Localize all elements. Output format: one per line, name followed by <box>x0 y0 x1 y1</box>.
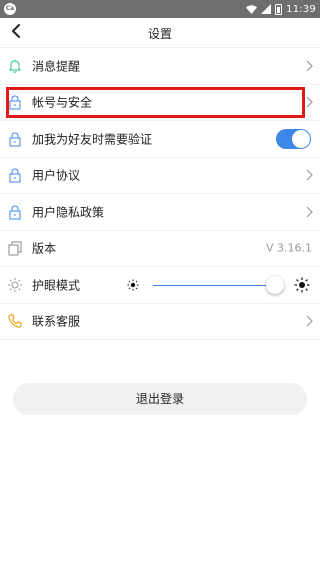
lock-icon <box>9 168 21 183</box>
lock-icon <box>9 95 21 110</box>
toggle-knob <box>292 129 310 148</box>
row-contact-support[interactable]: 联系客服 <box>0 304 320 340</box>
page-title: 设置 <box>147 27 172 41</box>
slider-track <box>153 284 284 286</box>
row-label: 消息提醒 <box>32 59 81 74</box>
row-label: 版本 <box>32 241 57 256</box>
chevron-right-icon <box>306 169 313 181</box>
row-friend-verification: 加我为好友时需要验证 <box>0 121 320 158</box>
row-privacy-policy[interactable]: 用户隐私政策 <box>0 194 320 231</box>
row-version: 版本 V 3.16.1 <box>0 231 320 267</box>
row-label: 用户隐私政策 <box>32 205 105 220</box>
row-message-notification[interactable]: 消息提醒 <box>0 48 320 85</box>
row-user-agreement[interactable]: 用户协议 <box>0 158 320 194</box>
lock-icon <box>9 132 21 147</box>
brightness-slider[interactable] <box>127 275 310 294</box>
chevron-right-icon <box>306 60 313 72</box>
status-icons: 11:39 <box>246 2 316 16</box>
sun-icon <box>8 277 22 292</box>
battery-icon <box>275 3 283 15</box>
signal-icon <box>261 4 272 14</box>
row-label: 帐号与安全 <box>32 95 93 110</box>
phone-icon <box>8 314 22 328</box>
logout-button[interactable]: 退出登录 <box>13 383 307 415</box>
bell-icon <box>8 59 22 73</box>
copy-icon <box>8 241 22 256</box>
row-account-security[interactable]: 帐号与安全 <box>0 85 320 121</box>
row-label: 护眼模式 <box>32 278 81 293</box>
status-bar: Ca 11:39 <box>0 0 320 18</box>
row-label: 用户协议 <box>32 168 81 183</box>
chevron-right-icon <box>306 206 313 218</box>
lock-icon <box>9 205 21 220</box>
header: 设置 <box>0 18 320 48</box>
settings-list: 消息提醒 帐号与安全 加我为好友时需要验证 用户协议 用户隐私政策 版本 V 3… <box>0 48 320 340</box>
wifi-icon <box>246 4 258 14</box>
row-eye-protection: 护眼模式 <box>0 267 320 304</box>
chevron-right-icon <box>306 315 313 327</box>
app-notification-icon: Ca <box>4 3 16 15</box>
friend-verification-toggle[interactable] <box>276 128 311 149</box>
chevron-right-icon <box>306 96 313 108</box>
row-label: 加我为好友时需要验证 <box>32 132 153 147</box>
row-label: 联系客服 <box>32 314 81 329</box>
brightness-high-icon <box>294 277 310 293</box>
slider-thumb[interactable] <box>265 275 284 294</box>
clock: 11:39 <box>286 3 316 15</box>
brightness-low-icon <box>127 279 139 291</box>
version-value: V 3.16.1 <box>265 241 312 255</box>
